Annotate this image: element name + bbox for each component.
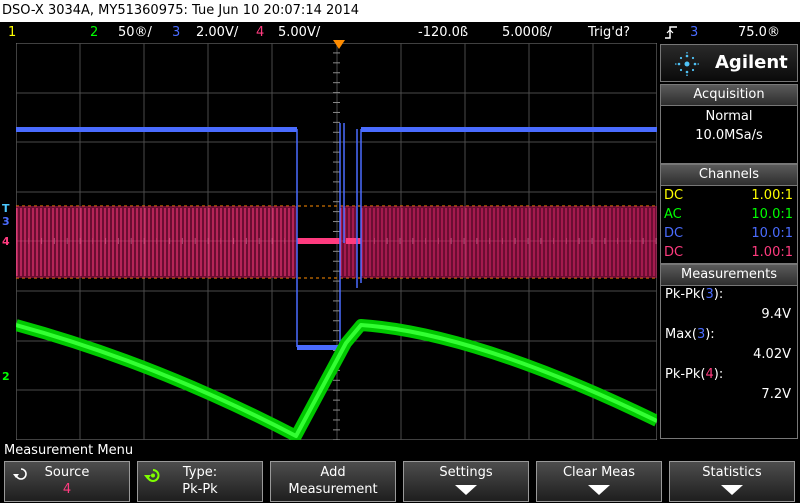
measurement-name: Max(: [665, 327, 697, 342]
channel-ground-markers: T 3 4: [0, 202, 16, 253]
type-value: Pk-Pk: [182, 482, 218, 497]
channel-probe-ratio: 1.00:1: [751, 245, 793, 260]
ch2-number[interactable]: 2: [90, 22, 98, 43]
channels-panel[interactable]: Channels DC 1.00:1 AC 10.0:1 DC 10.0:1 DC 1.00:…: [660, 164, 798, 264]
channel-row[interactable]: DC 1.00:1: [661, 243, 797, 262]
channel-coupling: DC: [664, 188, 684, 203]
settings-label: Settings: [439, 465, 493, 480]
measurement-close: ):: [705, 327, 715, 342]
measurement-name: Pk-Pk(: [665, 287, 706, 302]
trigger-position-marker[interactable]: [333, 40, 345, 50]
measurement-value: 4.02V: [753, 347, 791, 362]
channel-probe-ratio: 10.0:1: [751, 207, 793, 222]
type-softkey[interactable]: Type: Pk-Pk: [137, 461, 263, 502]
rotate-knob-icon: [13, 468, 27, 480]
ch4-number[interactable]: 4: [256, 22, 264, 43]
ch4-ground-marker[interactable]: 4: [2, 235, 10, 248]
trigger-level-marker[interactable]: T: [2, 202, 10, 215]
measurement-label: Max(3):: [665, 327, 715, 342]
channel-row[interactable]: DC 10.0:1: [661, 224, 797, 243]
ch2-scale[interactable]: 50®/: [118, 22, 152, 43]
ch3-scale[interactable]: 2.00V/: [196, 22, 238, 43]
status-bar: 1 2 50®/ 3 2.00V/ 4 5.00V/ -120.0ß 5.000…: [0, 22, 800, 43]
measurement-channel: 3: [705, 287, 714, 302]
window-title: DSO-X 3034A, MY51360975: Tue Jun 10 20:0…: [0, 0, 800, 22]
acquisition-panel[interactable]: Acquisition Normal 10.0MSa/s: [660, 84, 798, 164]
measurement-close: ):: [713, 367, 724, 382]
acquisition-mode: Normal: [705, 109, 753, 124]
measurement-channel: 4: [705, 367, 714, 382]
timebase-scale[interactable]: 5.000ß/: [502, 22, 552, 43]
channel-row[interactable]: DC 1.00:1: [661, 186, 797, 205]
graticule: [14, 42, 660, 442]
clear-meas-label: Clear Meas: [562, 465, 636, 480]
channels-header: Channels: [661, 165, 797, 186]
ch1-number[interactable]: 1: [8, 22, 16, 43]
ch4-scale[interactable]: 5.00V/: [278, 22, 320, 43]
channel-probe-ratio: 1.00:1: [751, 188, 793, 203]
submenu-arrow-icon: [588, 485, 610, 495]
softkey-bar: Source 4 Type: Pk-Pk Add Measurement Set…: [0, 460, 800, 503]
source-value: 4: [62, 482, 72, 497]
ch3-ground-marker[interactable]: 3: [2, 215, 10, 228]
measurement-value: 9.4V: [761, 307, 791, 322]
rotate-knob-icon: [144, 469, 160, 482]
measurement-label: Pk-Pk(4):: [665, 367, 723, 382]
measurement-close: ):: [713, 287, 724, 302]
measurements-panel[interactable]: Measurements Pk-Pk(3): 9.4V Max(3): 4.02V Pk…: [660, 264, 798, 439]
waveform-display[interactable]: [14, 40, 660, 442]
measurement-label: Pk-Pk(3):: [665, 287, 723, 302]
submenu-arrow-icon: [455, 485, 477, 495]
add-measurement-softkey[interactable]: Add Measurement: [270, 461, 396, 502]
trigger-status: Trig'd?: [588, 25, 630, 40]
statistics-softkey[interactable]: Statistics: [669, 461, 795, 502]
statistics-label: Statistics: [702, 465, 762, 480]
channel-coupling: AC: [664, 207, 682, 222]
channel-probe-ratio: 10.0:1: [751, 226, 793, 241]
settings-softkey[interactable]: Settings: [403, 461, 529, 502]
submenu-arrow-icon: [721, 485, 743, 495]
horizontal-delay[interactable]: -120.0ß: [418, 22, 468, 43]
measurement-channel: 3: [696, 327, 706, 342]
measurement-name: Pk-Pk(: [665, 367, 706, 382]
measurement-value: 7.2V: [761, 387, 791, 402]
source-softkey[interactable]: Source 4: [4, 461, 130, 502]
sample-rate: 10.0MSa/s: [695, 128, 763, 143]
brand-logo: Agilent: [660, 44, 798, 82]
agilent-spark-icon: [675, 52, 699, 76]
measurements-header: Measurements: [661, 265, 797, 286]
channel-row[interactable]: AC 10.0:1: [661, 205, 797, 224]
menu-title: Measurement Menu: [0, 442, 800, 460]
ch2-ground-marker[interactable]: 2: [2, 370, 10, 383]
brand-name: Agilent: [715, 52, 788, 73]
acquisition-header: Acquisition: [661, 85, 797, 106]
add-label: Add: [320, 465, 346, 480]
channel-coupling: DC: [664, 245, 684, 260]
trigger-source[interactable]: 3: [690, 22, 698, 43]
trigger-level[interactable]: 75.0®: [738, 22, 780, 43]
channel-coupling: DC: [664, 226, 684, 241]
clear-meas-softkey[interactable]: Clear Meas: [536, 461, 662, 502]
add-value: Measurement: [288, 482, 378, 497]
ch3-number[interactable]: 3: [172, 22, 180, 43]
side-panel: Agilent Acquisition Normal 10.0MSa/s Cha…: [660, 43, 800, 440]
